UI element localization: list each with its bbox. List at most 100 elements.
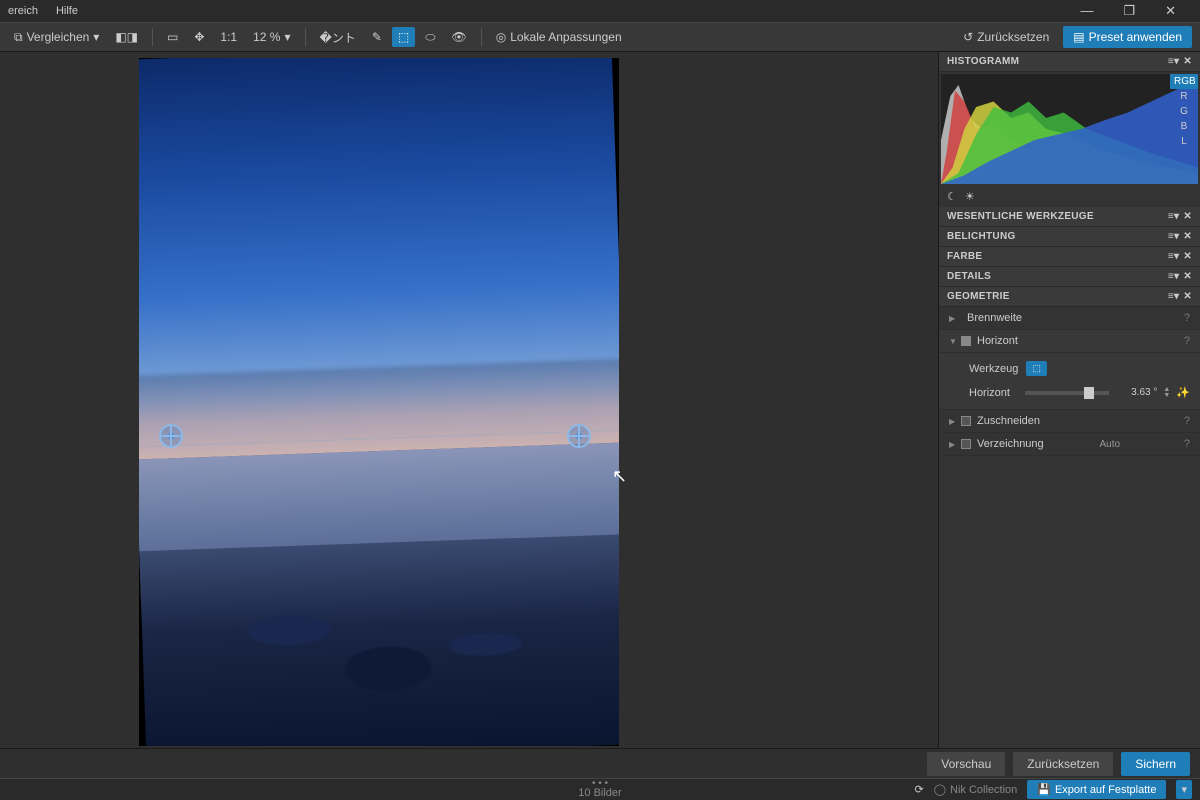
ratio-button[interactable]: 1:1 — [214, 27, 243, 47]
panel-close-icon[interactable]: ✕ — [1183, 231, 1192, 242]
horizon-value[interactable]: 3.63 ° — [1115, 387, 1157, 398]
panel-close-icon[interactable]: ✕ — [1183, 251, 1192, 262]
pan-icon[interactable]: ✥ — [188, 27, 210, 47]
menu-bar: ereich Hilfe — ❐ ✕ — [0, 0, 1200, 22]
export-label: Export auf Festplatte — [1055, 784, 1157, 796]
local-adjust-button[interactable]: ◎ Lokale Anpassungen — [490, 27, 628, 47]
compare-button[interactable]: ⧉ Vergleichen ▾ — [8, 27, 105, 48]
photo-preview[interactable] — [139, 58, 619, 746]
slider-thumb[interactable] — [1084, 387, 1094, 399]
color-title: FARBE — [947, 251, 982, 262]
panel-menu-icon[interactable]: ≡▾ — [1168, 251, 1179, 262]
highlight-clip-icon[interactable]: ☀ — [965, 190, 975, 203]
panel-close-icon[interactable]: ✕ — [1183, 271, 1192, 282]
crop-row[interactable]: ▶ Zuschneiden ? — [939, 410, 1200, 433]
nik-label: Nik Collection — [950, 784, 1017, 796]
panel-menu-icon[interactable]: ≡▾ — [1168, 56, 1179, 67]
crop-label: Zuschneiden — [977, 415, 1040, 427]
help-icon[interactable]: ? — [1184, 415, 1190, 427]
help-icon[interactable]: ? — [1184, 438, 1190, 450]
exposure-header[interactable]: BELICHTUNG ≡▾✕ — [939, 227, 1200, 247]
apply-preset-button[interactable]: ▤ Preset anwenden — [1063, 26, 1192, 48]
shadow-clip-icon[interactable]: ☾ — [947, 190, 957, 203]
reset-top-button[interactable]: ↺ Zurücksetzen — [955, 26, 1057, 48]
chevron-down-icon: ▾ — [93, 30, 99, 44]
expand-icon: ▶ — [949, 314, 955, 323]
close-icon[interactable]: ✕ — [1165, 3, 1176, 19]
crop-tool-icon[interactable]: �ント — [314, 26, 362, 49]
eye-icon[interactable]: 👁 — [445, 27, 472, 47]
essential-tools-header[interactable]: WESENTLICHE WERKZEUGE ≡▾ ✕ — [939, 207, 1200, 227]
compare-icon: ⧉ — [14, 30, 23, 45]
disk-icon: 💾 — [1037, 783, 1051, 796]
toolbar: ⧉ Vergleichen ▾ ◧◨ ▭ ✥ 1:1 12 % ▾ �ント ✎ … — [0, 22, 1200, 52]
horizon-label: Horizont — [977, 335, 1018, 347]
expand-icon: ▶ — [949, 440, 955, 449]
action-bar: Vorschau Zurücksetzen Sichern — [0, 748, 1200, 778]
menu-bereich[interactable]: ereich — [8, 5, 38, 17]
panel-menu-icon[interactable]: ≡▾ — [1168, 211, 1179, 222]
zoom-level[interactable]: 12 % ▾ — [247, 27, 296, 47]
horizon-checkbox[interactable] — [961, 336, 971, 346]
histogram-header[interactable]: HISTOGRAMM ≡▾✕ — [939, 52, 1200, 72]
help-icon[interactable]: ? — [1184, 335, 1190, 347]
save-button[interactable]: Sichern — [1121, 752, 1190, 776]
horizon-slider[interactable] — [1025, 391, 1109, 395]
distortion-checkbox[interactable] — [961, 439, 971, 449]
collapse-icon: ▼ — [949, 337, 957, 346]
horizon-row[interactable]: ▼ Horizont ? — [939, 330, 1200, 353]
help-icon[interactable]: ? — [1184, 312, 1190, 324]
undo-icon: ↺ — [963, 30, 973, 44]
sync-icon[interactable]: ⟳ — [914, 783, 923, 796]
nik-collection-button[interactable]: ◯ Nik Collection — [934, 783, 1018, 796]
panel-menu-icon[interactable]: ≡▾ — [1168, 231, 1179, 242]
crop-checkbox[interactable] — [961, 416, 971, 426]
focal-length-row[interactable]: ▶ Brennweite ? — [939, 307, 1200, 330]
histo-rgb[interactable]: RGB — [1170, 74, 1198, 89]
horizon-slider-label: Horizont — [969, 387, 1019, 399]
geometry-title: GEOMETRIE — [947, 291, 1010, 302]
auto-horizon-icon[interactable]: ✨ — [1176, 386, 1190, 399]
details-header[interactable]: DETAILS ≡▾ ✕ — [939, 267, 1200, 287]
histo-l[interactable]: L — [1170, 134, 1198, 149]
distortion-auto: Auto — [1099, 439, 1120, 450]
histogram-chart — [941, 74, 1198, 184]
geometry-header[interactable]: GEOMETRIE ≡▾ ✕ — [939, 287, 1200, 307]
horizon-stepper[interactable]: ▲▼ — [1163, 387, 1170, 399]
focal-label: Brennweite — [967, 312, 1022, 324]
histo-r[interactable]: R — [1170, 89, 1198, 104]
preview-button[interactable]: Vorschau — [927, 752, 1005, 776]
canvas[interactable]: ↖ — [0, 52, 938, 748]
horizon-tool-icon[interactable]: ⬚ — [392, 27, 415, 47]
details-title: DETAILS — [947, 271, 991, 282]
export-menu-icon[interactable]: ▾ — [1176, 780, 1192, 799]
histo-b[interactable]: B — [1170, 119, 1198, 134]
reset-button[interactable]: Zurücksetzen — [1013, 752, 1113, 776]
fit-icon[interactable]: ▭ — [161, 27, 184, 47]
panel-close-icon[interactable]: ✕ — [1183, 56, 1192, 67]
histo-g[interactable]: G — [1170, 104, 1198, 119]
histogram-toggles: ☾ ☀ — [939, 186, 1200, 207]
histogram: RGB R G B L — [941, 74, 1198, 184]
color-header[interactable]: FARBE ≡▾ ✕ — [939, 247, 1200, 267]
distortion-label: Verzeichnung — [977, 438, 1044, 450]
horizon-controls: Werkzeug ⬚ Horizont 3.63 ° ▲▼ ✨ — [939, 353, 1200, 410]
export-button[interactable]: 💾 Export auf Festplatte — [1027, 780, 1166, 799]
eyedropper-icon[interactable]: ✎ — [366, 27, 388, 47]
split-view-icon[interactable]: ◧◨ — [109, 27, 144, 47]
panel-menu-icon[interactable]: ≡▾ — [1168, 271, 1179, 282]
compare-label: Vergleichen — [27, 30, 90, 44]
maximize-icon[interactable]: ❐ — [1123, 3, 1135, 19]
minimize-icon[interactable]: — — [1080, 3, 1093, 19]
distortion-row[interactable]: ▶ Verzeichnung Auto ? — [939, 433, 1200, 456]
menu-hilfe[interactable]: Hilfe — [56, 5, 78, 17]
panel-menu-icon[interactable]: ≡▾ — [1168, 291, 1179, 302]
essential-title: WESENTLICHE WERKZEUGE — [947, 211, 1094, 222]
panel-close-icon[interactable]: ✕ — [1183, 211, 1192, 222]
tag-icon[interactable]: ⬭ — [419, 27, 441, 48]
chevron-down-icon: ▾ — [284, 30, 290, 44]
image-counter[interactable]: • • • 10 Bilder — [578, 781, 621, 799]
horizon-tool-button[interactable]: ⬚ — [1026, 361, 1047, 376]
panel-close-icon[interactable]: ✕ — [1183, 291, 1192, 302]
preset-icon: ▤ — [1073, 30, 1084, 44]
